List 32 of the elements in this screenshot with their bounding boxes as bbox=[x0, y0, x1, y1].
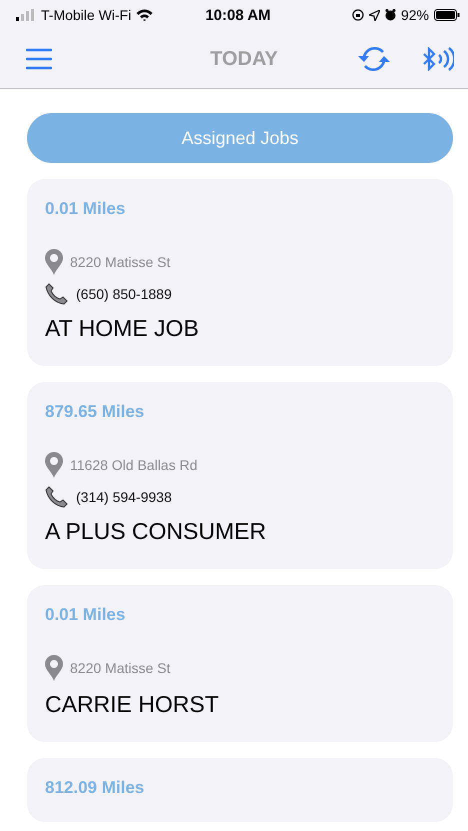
signal-icon bbox=[16, 9, 36, 21]
job-card[interactable]: 0.01 Miles 8220 Matisse St (650) 850-1889 AT HOME JOB bbox=[27, 179, 453, 366]
map-pin-icon bbox=[45, 655, 63, 681]
job-phone[interactable]: (650) 850-1889 bbox=[76, 286, 172, 302]
job-card[interactable]: 0.01 Miles 8220 Matisse St CARRIE HORST bbox=[27, 585, 453, 742]
wifi-icon bbox=[136, 9, 154, 21]
job-address: 11628 Old Ballas Rd bbox=[70, 457, 198, 473]
job-distance: 0.01 Miles bbox=[45, 605, 126, 625]
phone-icon bbox=[45, 283, 69, 305]
job-distance: 879.65 Miles bbox=[45, 402, 146, 422]
job-name: A PLUS CONSUMER bbox=[45, 518, 268, 545]
job-address: 8220 Matisse St bbox=[70, 254, 170, 270]
job-phone[interactable]: (314) 594-9938 bbox=[76, 489, 172, 505]
carrier: T-Mobile Wi-Fi bbox=[41, 7, 132, 23]
battery-percent: 92% bbox=[400, 7, 429, 23]
bluetooth-button[interactable] bbox=[422, 47, 454, 71]
menu-button[interactable] bbox=[26, 48, 52, 70]
job-name: AT HOME JOB bbox=[45, 315, 200, 342]
page-title: TODAY bbox=[210, 48, 278, 70]
job-distance: 0.01 Miles bbox=[45, 199, 126, 219]
map-pin-icon bbox=[45, 452, 63, 478]
job-address: 8220 Matisse St bbox=[70, 660, 170, 676]
phone-icon bbox=[45, 486, 69, 508]
location-arrow-icon bbox=[368, 10, 380, 20]
rotation-lock-icon bbox=[352, 9, 364, 21]
battery-icon bbox=[434, 9, 460, 21]
job-card[interactable]: 879.65 Miles 11628 Old Ballas Rd (314) 594-9938 A PLUS CONSUMER bbox=[27, 382, 453, 569]
alarm-icon bbox=[384, 9, 396, 21]
clock: 10:08 AM bbox=[205, 6, 271, 24]
job-distance: 812.09 Miles bbox=[45, 778, 146, 798]
job-name: CARRIE HORST bbox=[45, 691, 220, 718]
map-pin-icon bbox=[45, 249, 63, 275]
